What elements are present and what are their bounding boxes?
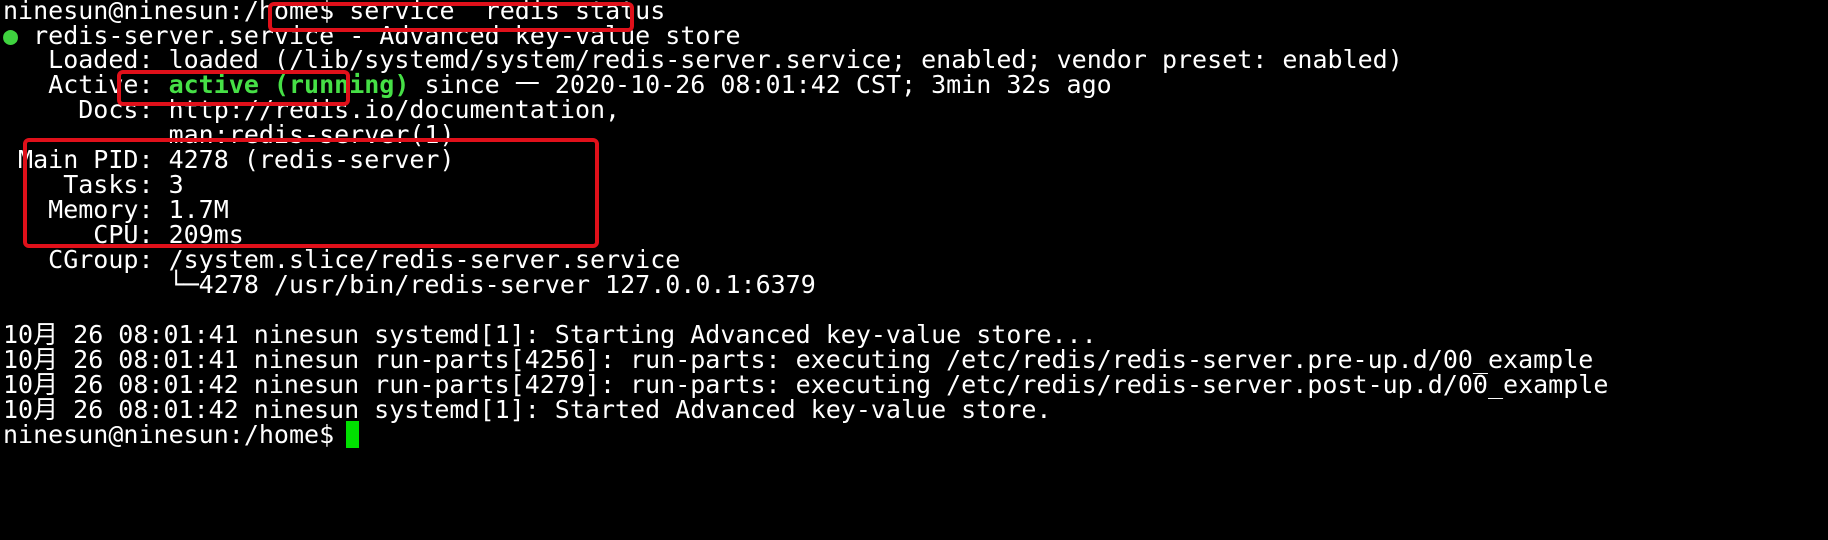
shell-prompt: ninesun@ninesun:/home$ [3, 420, 335, 449]
cgroup-process-line: └─4278 /usr/bin/redis-server 127.0.0.1:6… [3, 270, 816, 299]
final-prompt-line[interactable]: ninesun@ninesun:/home$ [3, 420, 360, 449]
text-cursor [346, 421, 360, 448]
terminal-window[interactable]: ninesun@ninesun:/home$ service redis sta… [0, 0, 1828, 540]
